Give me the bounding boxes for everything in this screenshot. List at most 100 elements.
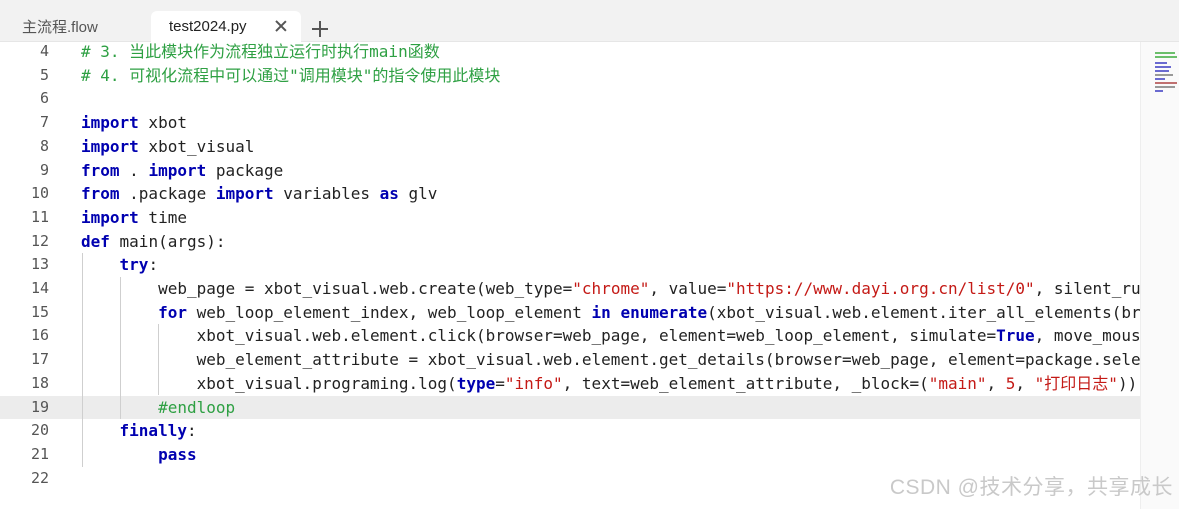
- code-token: import: [81, 136, 139, 156]
- code-token: :: [186, 421, 197, 441]
- line-number: 22: [30, 468, 49, 487]
- code-token: xbot_visual.programing.log(: [81, 373, 457, 393]
- code-token: "https://www.dayi.org.cn/list/0": [726, 279, 1035, 298]
- line-number: 18: [30, 373, 49, 392]
- code-token: import: [81, 207, 139, 227]
- code-line[interactable]: 19 #endloop: [0, 395, 1140, 420]
- line-code: for web_loop_element_index, web_loop_ele…: [81, 301, 1140, 325]
- line-number: 5: [39, 65, 49, 84]
- indent-guide: [82, 253, 83, 467]
- code-token: web_page = xbot_visual.web.create(web_ty…: [81, 279, 573, 298]
- line-number: 12: [30, 231, 49, 250]
- indent-guide: [120, 277, 121, 420]
- code-token: as: [379, 184, 399, 204]
- close-icon[interactable]: [273, 18, 289, 34]
- code-line[interactable]: 13 try:: [0, 253, 1140, 277]
- code-token: , text=web_element_attribute, _block=(: [562, 373, 929, 393]
- code-token: pass: [158, 444, 197, 464]
- minimap-line: [1155, 90, 1163, 92]
- code-line[interactable]: 4 # 3. 当此模块作为流程独立运行时执行main函数: [0, 42, 1140, 64]
- code-token: "打印日志": [1034, 373, 1118, 393]
- code-token: from: [81, 160, 120, 180]
- tab-bar: 主流程.flow test2024.py: [0, 0, 1179, 42]
- code-token: .: [119, 160, 149, 180]
- code-token: package: [206, 160, 284, 180]
- line-number: 20: [30, 421, 49, 440]
- tab-test2024-py[interactable]: test2024.py: [151, 11, 301, 42]
- code-editor[interactable]: 4 # 3. 当此模块作为流程独立运行时执行main函数 5 # 4. 可视化流程中可…: [0, 42, 1140, 509]
- code-line[interactable]: 5 # 4. 可视化流程中可以通过"调用模块"的指令使用此模块: [0, 64, 1140, 88]
- code-token: def: [81, 231, 110, 251]
- line-number: 7: [39, 113, 49, 132]
- line-code: def main(args):: [81, 230, 226, 254]
- code-token: , silent_ru: [1034, 279, 1140, 298]
- line-code: xbot_visual.web.element.click(browser=we…: [81, 324, 1140, 348]
- add-tab-icon[interactable]: [312, 20, 330, 38]
- line-code: from . import package: [81, 159, 283, 183]
- code-token: xbot_visual: [138, 136, 255, 156]
- minimap[interactable]: [1140, 42, 1179, 509]
- code-line[interactable]: 7 import xbot: [0, 111, 1140, 135]
- line-code: import xbot_visual: [81, 135, 254, 159]
- code-token: #endloop: [158, 397, 236, 417]
- code-token: "info": [504, 373, 563, 393]
- minimap-line: [1155, 66, 1171, 68]
- code-line[interactable]: 15 for web_loop_element_index, web_loop_…: [0, 301, 1140, 325]
- code-line[interactable]: 6: [0, 87, 1140, 111]
- line-code: import time: [81, 206, 187, 230]
- code-line[interactable]: 11 import time: [0, 206, 1140, 230]
- code-token: , value=: [649, 279, 727, 298]
- code-line[interactable]: 9 from . import package: [0, 159, 1140, 183]
- code-token: xbot_visual.web.element.click(browser=we…: [81, 326, 997, 346]
- code-line[interactable]: 18 xbot_visual.programing.log(type="info…: [0, 372, 1140, 396]
- code-token: web_loop_element_index, web_loop_element: [186, 302, 592, 322]
- line-code: web_element_attribute = xbot_visual.web.…: [81, 348, 1140, 372]
- code-token: 5: [1005, 373, 1016, 393]
- code-token: import: [215, 184, 274, 204]
- line-code: #endloop: [81, 396, 235, 420]
- code-token: import: [148, 160, 207, 180]
- line-code: pass: [81, 443, 197, 467]
- line-number: 19: [30, 397, 49, 416]
- code-token: web_element_attribute = xbot_visual.web.…: [81, 350, 1140, 370]
- code-line[interactable]: 21 pass: [0, 443, 1140, 467]
- code-line[interactable]: 8 import xbot_visual: [0, 135, 1140, 159]
- code-line[interactable]: 12 def main(args):: [0, 230, 1140, 254]
- line-number: 16: [30, 326, 49, 345]
- line-code: xbot_visual.programing.log(type="info", …: [81, 372, 1138, 396]
- code-line[interactable]: 20 finally:: [0, 419, 1140, 443]
- code-line[interactable]: 16 xbot_visual.web.element.click(browser…: [0, 324, 1140, 348]
- watermark: CSDN @技术分享，共享成长: [889, 476, 1173, 499]
- line-number: 8: [39, 136, 49, 155]
- code-token: for: [158, 302, 187, 322]
- code-token: xbot: [138, 113, 187, 133]
- code-token: "chrome": [572, 279, 650, 298]
- minimap-line: [1155, 52, 1175, 54]
- code-token: variables: [273, 184, 380, 204]
- code-token: glv: [398, 184, 438, 204]
- line-code: from .package import variables as glv: [81, 182, 437, 206]
- minimap-line: [1155, 78, 1165, 80]
- tab-label: test2024.py: [169, 18, 247, 35]
- code-token: ,: [1015, 373, 1035, 393]
- code-token: try: [119, 255, 149, 275]
- code-token: =: [495, 373, 505, 393]
- code-token: .package: [119, 184, 216, 204]
- minimap-line: [1155, 86, 1175, 88]
- code-line[interactable]: 17 web_element_attribute = xbot_visual.w…: [0, 348, 1140, 372]
- tab-main-flow[interactable]: 主流程.flow: [0, 11, 150, 42]
- code-line[interactable]: 14 web_page = xbot_visual.web.create(web…: [0, 277, 1140, 301]
- code-token: (xbot_visual.web.element.iter_all_elemen…: [707, 302, 1140, 322]
- code-token: "main": [928, 373, 987, 393]
- line-number: 15: [30, 302, 49, 321]
- line-code: # 3. 当此模块作为流程独立运行时执行main函数: [81, 42, 440, 64]
- code-line[interactable]: 10 from .package import variables as glv: [0, 182, 1140, 206]
- code-token: # 4. 可视化流程中可以通过"调用模块"的指令使用此模块: [81, 65, 501, 85]
- line-number: 10: [30, 184, 49, 203]
- code-token: ,: [986, 373, 1006, 393]
- line-number: 14: [30, 279, 49, 297]
